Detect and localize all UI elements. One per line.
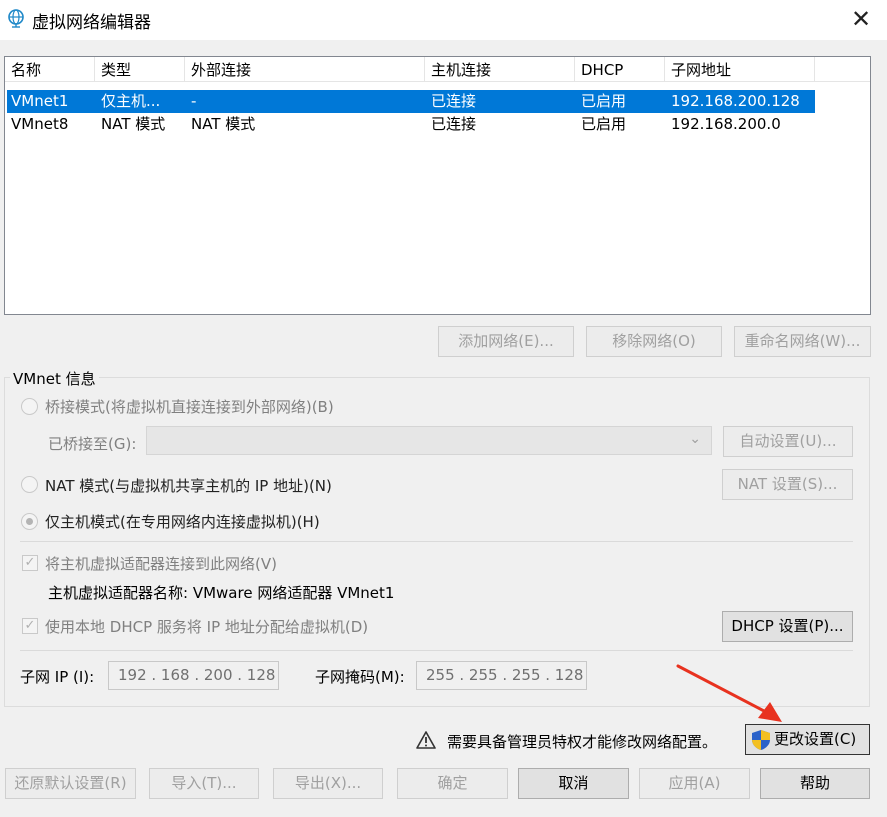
column-header-subnet[interactable]: 子网地址	[665, 57, 815, 81]
restore-defaults-button[interactable]: 还原默认设置(R)	[5, 768, 136, 799]
export-button[interactable]: 导出(X)...	[273, 768, 383, 799]
cell-external: NAT 模式	[191, 115, 256, 133]
bridge-mode-label: 桥接模式(将虚拟机直接连接到外部网络)(B)	[45, 398, 334, 416]
auto-settings-button[interactable]: 自动设置(U)...	[723, 426, 853, 457]
nat-mode-label: NAT 模式(与虚拟机共享主机的 IP 地址)(N)	[45, 477, 332, 495]
help-button[interactable]: 帮助	[760, 768, 870, 799]
divider	[20, 650, 853, 651]
connect-adapter-label: 将主机虚拟适配器连接到此网络(V)	[45, 555, 277, 573]
vmnet-info-label: VMnet 信息	[10, 368, 99, 389]
remove-network-button[interactable]: 移除网络(O)	[586, 326, 722, 357]
import-button[interactable]: 导入(T)...	[149, 768, 259, 799]
rename-network-button[interactable]: 重命名网络(W)...	[734, 326, 871, 357]
cell-external: -	[191, 92, 197, 110]
cell-type: NAT 模式	[101, 115, 166, 133]
list-header: 名称 类型 外部连接 主机连接 DHCP 子网地址	[5, 57, 870, 82]
column-header-external[interactable]: 外部连接	[185, 57, 425, 81]
column-header-name[interactable]: 名称	[5, 57, 95, 81]
bridged-to-select[interactable]: ⌄	[146, 426, 712, 455]
table-row[interactable]: VMnet8 NAT 模式 NAT 模式 已连接 已启用 192.168.200…	[7, 113, 815, 136]
bridged-to-label: 已桥接至(G):	[48, 435, 137, 453]
cancel-button[interactable]: 取消	[518, 768, 629, 799]
add-network-button[interactable]: 添加网络(E)...	[438, 326, 574, 357]
use-dhcp-checkbox[interactable]: ✓	[22, 618, 38, 634]
annotation-arrow-icon	[676, 664, 782, 722]
cell-type: 仅主机...	[101, 92, 161, 110]
cell-dhcp: 已启用	[581, 115, 627, 133]
connect-adapter-checkbox[interactable]: ✓	[22, 555, 38, 571]
subnet-ip-label: 子网 IP (I):	[20, 668, 95, 686]
cell-name: VMnet1	[11, 92, 69, 110]
network-globe-icon	[8, 9, 24, 28]
subnet-ip-field[interactable]: 192 . 168 . 200 . 128	[108, 661, 279, 690]
column-header-type[interactable]: 类型	[95, 57, 185, 81]
close-button[interactable]: ✕	[844, 4, 878, 36]
table-row[interactable]: VMnet1 仅主机... - 已连接 已启用 192.168.200.128	[7, 90, 815, 113]
cell-host: 已连接	[431, 115, 477, 133]
bridge-mode-radio[interactable]	[21, 398, 38, 415]
divider	[20, 541, 853, 542]
column-header-dhcp[interactable]: DHCP	[575, 57, 665, 81]
column-header-host[interactable]: 主机连接	[425, 57, 575, 81]
cell-host: 已连接	[431, 92, 477, 110]
network-list[interactable]: 名称 类型 外部连接 主机连接 DHCP 子网地址 VMnet1 仅主机... …	[4, 56, 871, 315]
warning-triangle-icon	[416, 731, 436, 749]
window-title: 虚拟网络编辑器	[32, 13, 151, 33]
close-icon: ✕	[850, 5, 872, 33]
host-only-mode-radio[interactable]	[21, 513, 38, 530]
subnet-mask-field[interactable]: 255 . 255 . 255 . 128	[416, 661, 587, 690]
adapter-name-text: 主机虚拟适配器名称: VMware 网络适配器 VMnet1	[48, 584, 395, 602]
dhcp-settings-button[interactable]: DHCP 设置(P)...	[722, 611, 853, 642]
cell-dhcp: 已启用	[581, 92, 627, 110]
cell-name: VMnet8	[11, 115, 69, 133]
admin-notice-text: 需要具备管理员特权才能修改网络配置。	[447, 733, 718, 751]
nat-settings-button[interactable]: NAT 设置(S)...	[722, 469, 853, 500]
host-only-mode-label: 仅主机模式(在专用网络内连接虚拟机)(H)	[45, 513, 320, 531]
ok-button[interactable]: 确定	[397, 768, 508, 799]
cell-subnet: 192.168.200.0	[671, 115, 781, 133]
uac-shield-icon	[752, 729, 770, 750]
change-settings-label: 更改设置(C)	[774, 730, 857, 748]
cell-subnet: 192.168.200.128	[671, 92, 800, 110]
use-dhcp-label: 使用本地 DHCP 服务将 IP 地址分配给虚拟机(D)	[45, 618, 369, 636]
title-bar: 虚拟网络编辑器 ✕	[0, 0, 887, 40]
subnet-mask-label: 子网掩码(M):	[315, 668, 405, 686]
nat-mode-radio[interactable]	[21, 476, 38, 493]
apply-button[interactable]: 应用(A)	[639, 768, 750, 799]
chevron-down-icon: ⌄	[689, 431, 701, 447]
